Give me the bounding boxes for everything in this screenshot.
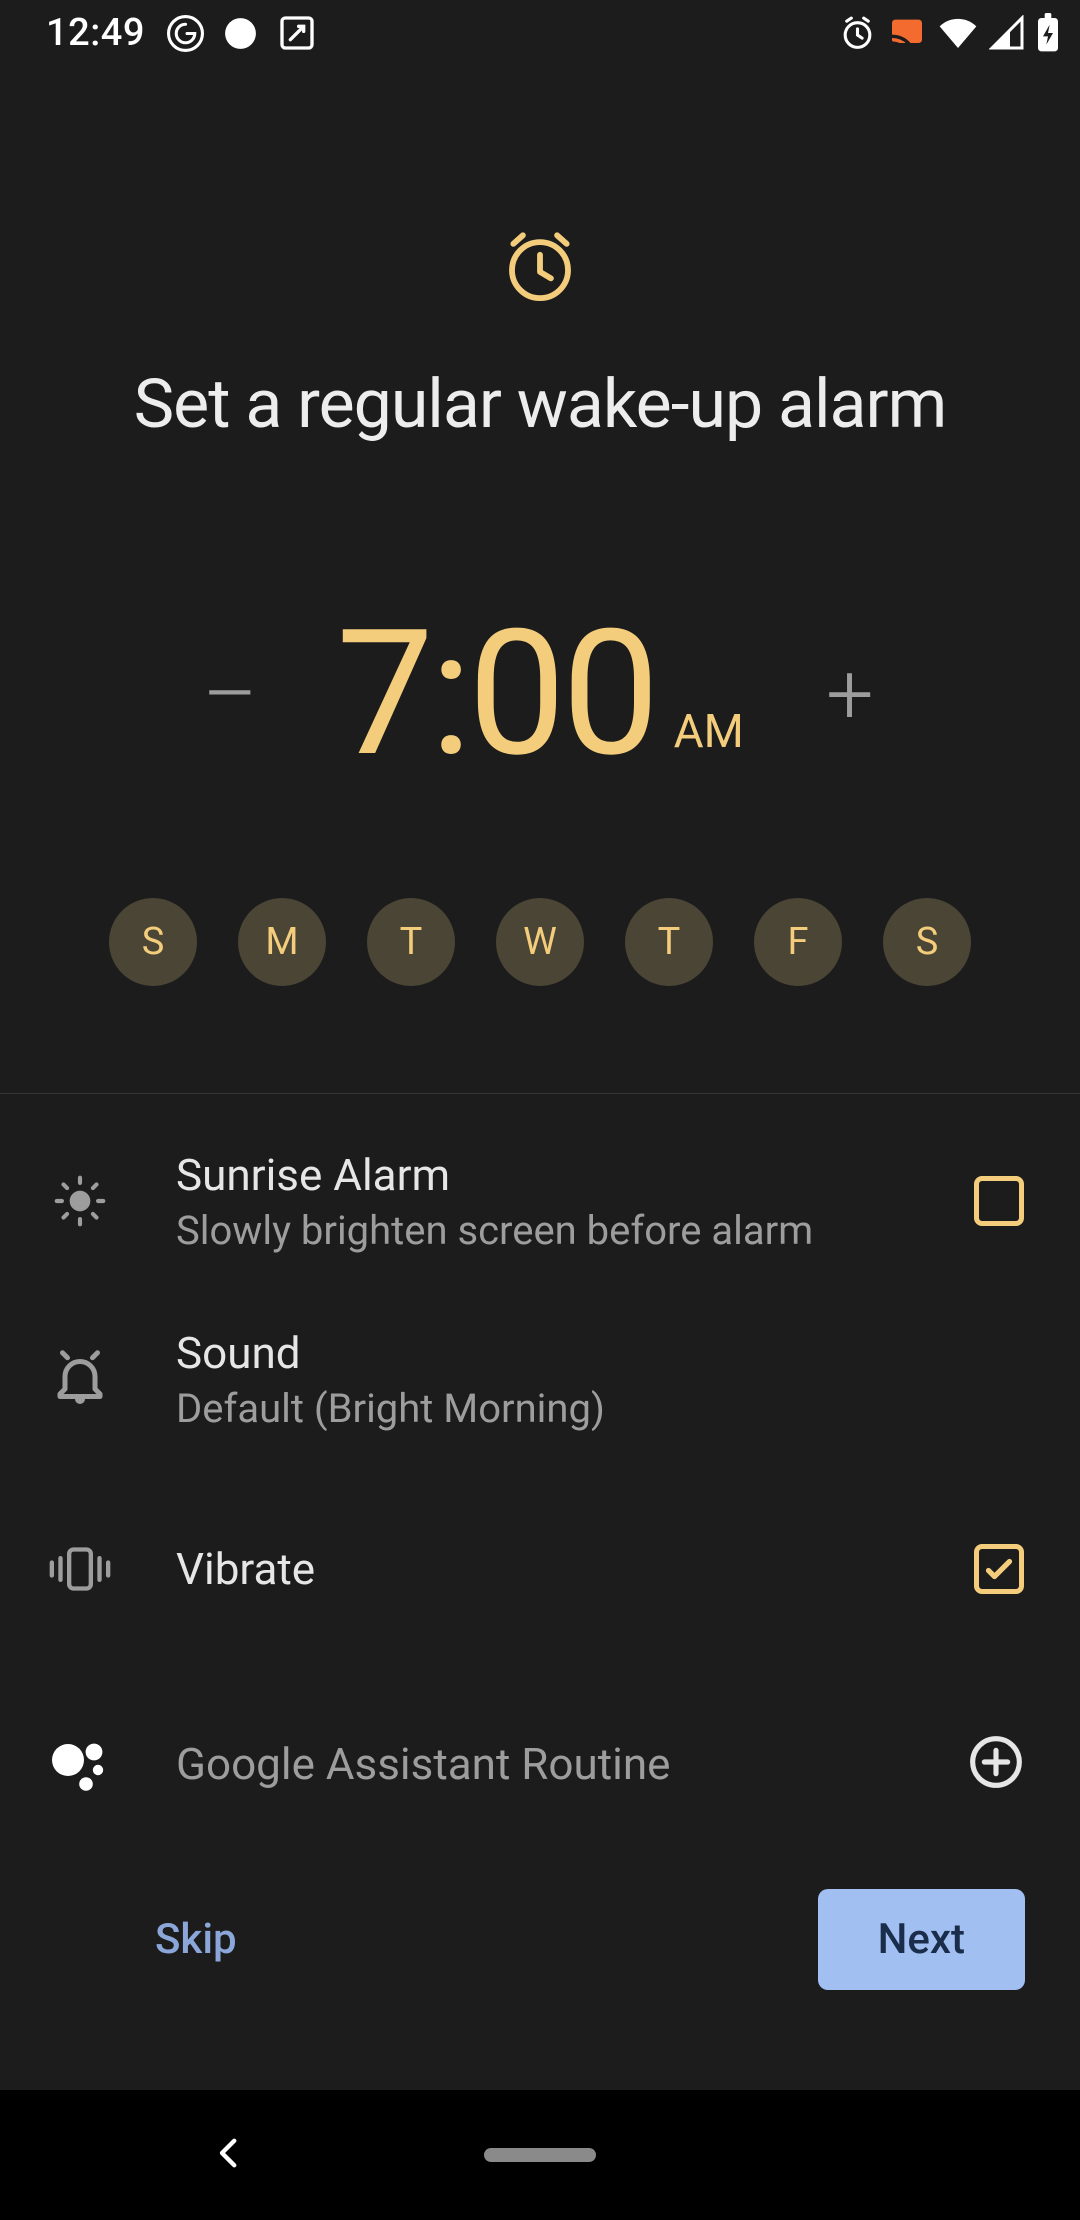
- status-time: 12:49: [46, 11, 145, 55]
- nav-bar: [0, 2090, 1080, 2220]
- status-right: [839, 13, 1060, 53]
- day-sunday[interactable]: S: [109, 898, 197, 986]
- sunrise-checkbox[interactable]: [974, 1176, 1024, 1226]
- battery-icon: [1036, 13, 1060, 53]
- add-routine-icon[interactable]: [968, 1734, 1024, 1794]
- vibrate-title: Vibrate: [176, 1543, 914, 1595]
- time-increase-button[interactable]: +: [820, 653, 880, 737]
- day-monday[interactable]: M: [238, 898, 326, 986]
- vibrate-checkbox[interactable]: [974, 1544, 1024, 1594]
- signal-icon: [989, 15, 1025, 51]
- day-thursday[interactable]: T: [625, 898, 713, 986]
- setting-assistant[interactable]: Google Assistant Routine: [44, 1664, 1024, 1864]
- cast-icon: [887, 13, 927, 53]
- nav-back-icon[interactable]: [208, 2132, 250, 2178]
- screen: 12:49: [0, 0, 1080, 2220]
- setting-sound[interactable]: Sound Default (Bright Morning): [44, 1284, 1024, 1474]
- time-decrease-button[interactable]: –: [200, 653, 260, 737]
- day-wednesday[interactable]: W: [496, 898, 584, 986]
- dot-icon: [222, 15, 259, 52]
- assistant-title: Google Assistant Routine: [176, 1738, 908, 1790]
- google-icon: [167, 15, 204, 52]
- content: Set a regular wake-up alarm – 7:00 AM + …: [0, 66, 1080, 2090]
- status-left: 12:49: [46, 11, 317, 55]
- settings-list: Sunrise Alarm Slowly brighten screen bef…: [0, 1094, 1080, 1864]
- sunrise-subtitle: Slowly brighten screen before alarm: [176, 1207, 914, 1254]
- days-row: S M T W T F S: [0, 898, 1080, 986]
- vibrate-icon: [44, 1543, 116, 1595]
- sunrise-icon: [44, 1170, 116, 1232]
- setting-sunrise[interactable]: Sunrise Alarm Slowly brighten screen bef…: [44, 1094, 1024, 1284]
- header: Set a regular wake-up alarm: [0, 66, 1080, 444]
- sound-title: Sound: [176, 1327, 964, 1379]
- alarm-status-icon: [839, 15, 876, 52]
- sunrise-title: Sunrise Alarm: [176, 1149, 914, 1201]
- next-button[interactable]: Next: [818, 1889, 1025, 1990]
- assistant-icon: [44, 1736, 116, 1792]
- status-notification-icons: [167, 13, 317, 53]
- page-title: Set a regular wake-up alarm: [0, 364, 1080, 444]
- status-bar: 12:49: [0, 0, 1080, 66]
- screenshot-icon: [277, 13, 317, 53]
- day-tuesday[interactable]: T: [367, 898, 455, 986]
- skip-button[interactable]: Skip: [55, 1895, 337, 1984]
- footer: Skip Next: [0, 1889, 1080, 2090]
- time-picker: – 7:00 AM +: [0, 608, 1080, 782]
- time-period: AM: [674, 705, 744, 759]
- time-display[interactable]: 7:00 AM: [336, 608, 744, 782]
- sound-icon: [44, 1349, 116, 1409]
- day-saturday[interactable]: S: [883, 898, 971, 986]
- nav-home-pill[interactable]: [484, 2148, 596, 2162]
- wifi-icon: [938, 13, 978, 53]
- alarm-hero-icon: [499, 224, 581, 306]
- time-value: 7:00: [336, 608, 656, 782]
- setting-vibrate[interactable]: Vibrate: [44, 1474, 1024, 1664]
- sound-subtitle: Default (Bright Morning): [176, 1385, 964, 1432]
- day-friday[interactable]: F: [754, 898, 842, 986]
